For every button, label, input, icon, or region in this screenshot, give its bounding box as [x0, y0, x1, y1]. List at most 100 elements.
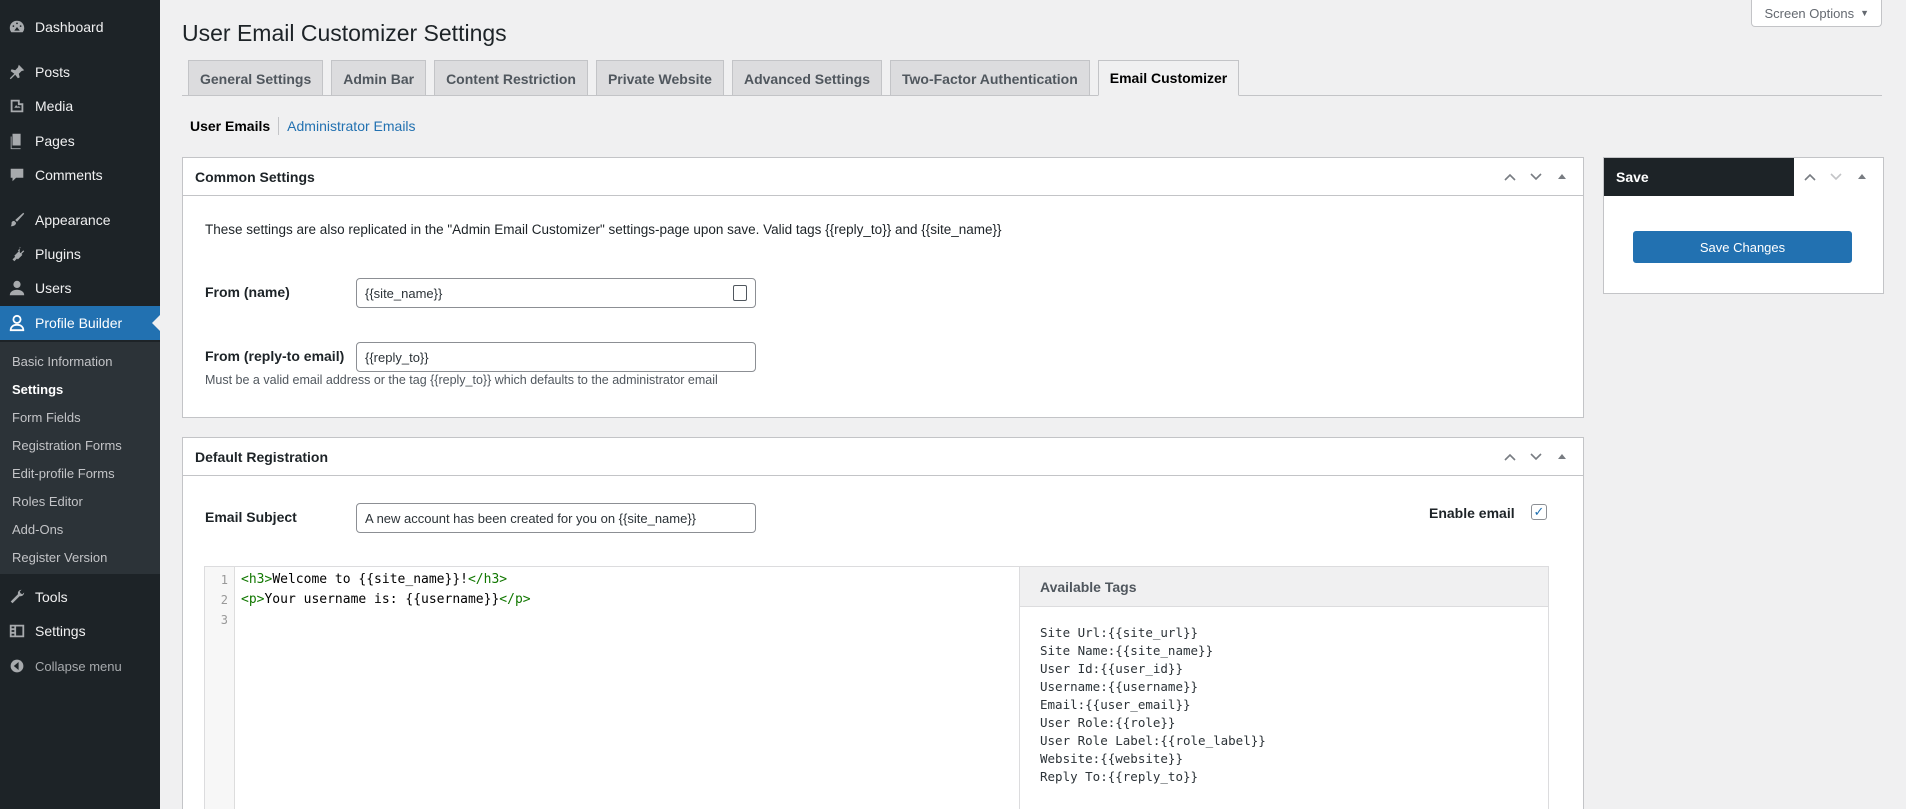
profile-icon [7, 313, 27, 333]
line-number: 3 [220, 613, 228, 627]
tab-general-settings[interactable]: General Settings [188, 60, 324, 96]
main-content: User Email Customizer Settings Screen Op… [160, 0, 1906, 809]
code-tag: <h3> [241, 572, 273, 587]
tag-item: Website:{{website}} [1040, 751, 1183, 766]
menu-profile-builder[interactable]: Profile Builder [0, 306, 160, 340]
subnav-separator [278, 117, 280, 135]
chevron-up-icon[interactable] [1499, 166, 1521, 188]
menu-label: Collapse menu [35, 658, 122, 674]
plugin-icon [7, 244, 27, 264]
menu-tools[interactable]: Tools [0, 580, 160, 614]
available-tags-panel: Available Tags Site Url:{{site_url}} Sit… [1019, 566, 1549, 809]
line-number-gutter: 1 2 3 [205, 567, 235, 809]
settings-tabs: General Settings Admin Bar Content Restr… [188, 60, 1240, 96]
line-number: 2 [220, 593, 228, 607]
media-icon [7, 96, 27, 116]
page-title: User Email Customizer Settings [182, 20, 507, 46]
email-subject-input[interactable] [356, 503, 756, 533]
box-controls [1499, 166, 1573, 188]
menu-label: Dashboard [35, 19, 104, 35]
admin-sidebar: Dashboard Posts Media Pages Comments App… [0, 0, 160, 809]
subnav-user-emails[interactable]: User Emails [190, 118, 270, 134]
reply-to-description: Must be a valid email address or the tag… [205, 373, 718, 387]
menu-media[interactable]: Media [0, 89, 160, 123]
tab-email-customizer[interactable]: Email Customizer [1097, 60, 1240, 96]
from-name-input[interactable] [356, 278, 756, 308]
menu-comments[interactable]: Comments [0, 158, 160, 192]
menu-label: Pages [35, 133, 75, 149]
chevron-down-icon[interactable] [1525, 166, 1547, 188]
profile-builder-submenu: Basic Information Settings Form Fields R… [0, 342, 160, 574]
common-settings-box: Common Settings These settings are also … [182, 157, 1584, 418]
tab-private-website[interactable]: Private Website [595, 60, 724, 96]
menu-pages[interactable]: Pages [0, 124, 160, 158]
submenu-basic-information[interactable]: Basic Information [12, 354, 112, 369]
screen-options-label: Screen Options [1764, 5, 1855, 21]
save-box-header: Save [1604, 158, 1794, 196]
submenu-edit-profile-forms[interactable]: Edit-profile Forms [12, 466, 115, 481]
code-text: Your username is: {{username}} [264, 592, 500, 607]
submenu-form-fields[interactable]: Form Fields [12, 410, 81, 425]
toggle-panel-icon[interactable] [1551, 446, 1573, 468]
submenu-settings[interactable]: Settings [12, 382, 63, 397]
tab-content-restriction[interactable]: Content Restriction [434, 60, 588, 96]
collapse-menu-button[interactable]: Collapse menu [0, 649, 160, 683]
tag-item: Reply To:{{reply_to}} [1040, 769, 1199, 784]
submenu-registration-forms[interactable]: Registration Forms [12, 438, 122, 453]
menu-appearance[interactable]: Appearance [0, 203, 160, 237]
toggle-panel-icon[interactable] [1851, 166, 1873, 188]
brush-icon [7, 210, 27, 230]
screen-options-button[interactable]: Screen Options ▼ [1751, 0, 1882, 27]
chevron-down-icon[interactable] [1825, 166, 1847, 188]
code-text: Welcome to {{site_name}}! [272, 572, 468, 587]
common-settings-title: Common Settings [195, 168, 315, 185]
common-settings-description: These settings are also replicated in th… [205, 222, 1002, 237]
menu-plugins[interactable]: Plugins [0, 237, 160, 271]
toggle-panel-icon[interactable] [1551, 166, 1573, 188]
menu-label: Users [35, 280, 72, 296]
chevron-up-icon[interactable] [1499, 446, 1521, 468]
submenu-add-ons[interactable]: Add-Ons [12, 522, 63, 537]
dashboard-icon [7, 17, 27, 37]
available-tags-title: Available Tags [1020, 567, 1548, 607]
enable-email-label: Enable email [1429, 505, 1515, 521]
submenu-register-version[interactable]: Register Version [12, 550, 107, 565]
tab-advanced-settings[interactable]: Advanced Settings [731, 60, 882, 96]
enable-email-checkbox[interactable]: ✓ [1531, 504, 1547, 520]
submenu-roles-editor[interactable]: Roles Editor [12, 494, 83, 509]
code-line: <p>Your username is: {{username}}</p> [241, 592, 531, 607]
default-registration-title: Default Registration [195, 448, 329, 465]
tabs-divider [182, 95, 1882, 96]
settings-icon [7, 621, 27, 641]
collapse-icon [7, 656, 27, 676]
menu-settings[interactable]: Settings [0, 614, 160, 648]
tag-item: Email:{{user_email}} [1040, 697, 1191, 712]
menu-label: Profile Builder [35, 315, 123, 331]
menu-label: Settings [35, 623, 86, 639]
default-registration-header: Default Registration [183, 438, 1583, 476]
box-controls [1499, 446, 1573, 468]
menu-label: Appearance [35, 212, 111, 228]
chevron-up-icon[interactable] [1799, 166, 1821, 188]
menu-users[interactable]: Users [0, 271, 160, 305]
menu-label: Media [35, 98, 74, 114]
email-body-code-editor[interactable]: 1 2 3 <h3>Welcome to {{site_name}}!</h3>… [204, 566, 1020, 809]
tag-item: User Id:{{user_id}} [1040, 661, 1183, 676]
wrench-icon [7, 587, 27, 607]
subnav-administrator-emails[interactable]: Administrator Emails [287, 118, 415, 134]
pages-icon [7, 131, 27, 151]
reply-to-label: From (reply-to email) [205, 348, 345, 364]
menu-posts[interactable]: Posts [0, 55, 160, 89]
tag-item: User Role Label:{{role_label}} [1040, 733, 1266, 748]
menu-dashboard[interactable]: Dashboard [0, 10, 160, 44]
line-number: 1 [220, 573, 228, 587]
chevron-down-icon[interactable] [1525, 446, 1547, 468]
default-registration-box: Default Registration Email Subject Enabl… [182, 437, 1584, 809]
tab-admin-bar[interactable]: Admin Bar [331, 60, 427, 96]
save-changes-button[interactable]: Save Changes [1633, 231, 1852, 263]
menu-label: Comments [35, 167, 103, 183]
reply-to-input[interactable] [356, 342, 756, 372]
tab-two-factor-authentication[interactable]: Two-Factor Authentication [890, 60, 1090, 96]
box-controls [1799, 166, 1873, 188]
tag-item: Site Name:{{site_name}} [1040, 643, 1214, 658]
